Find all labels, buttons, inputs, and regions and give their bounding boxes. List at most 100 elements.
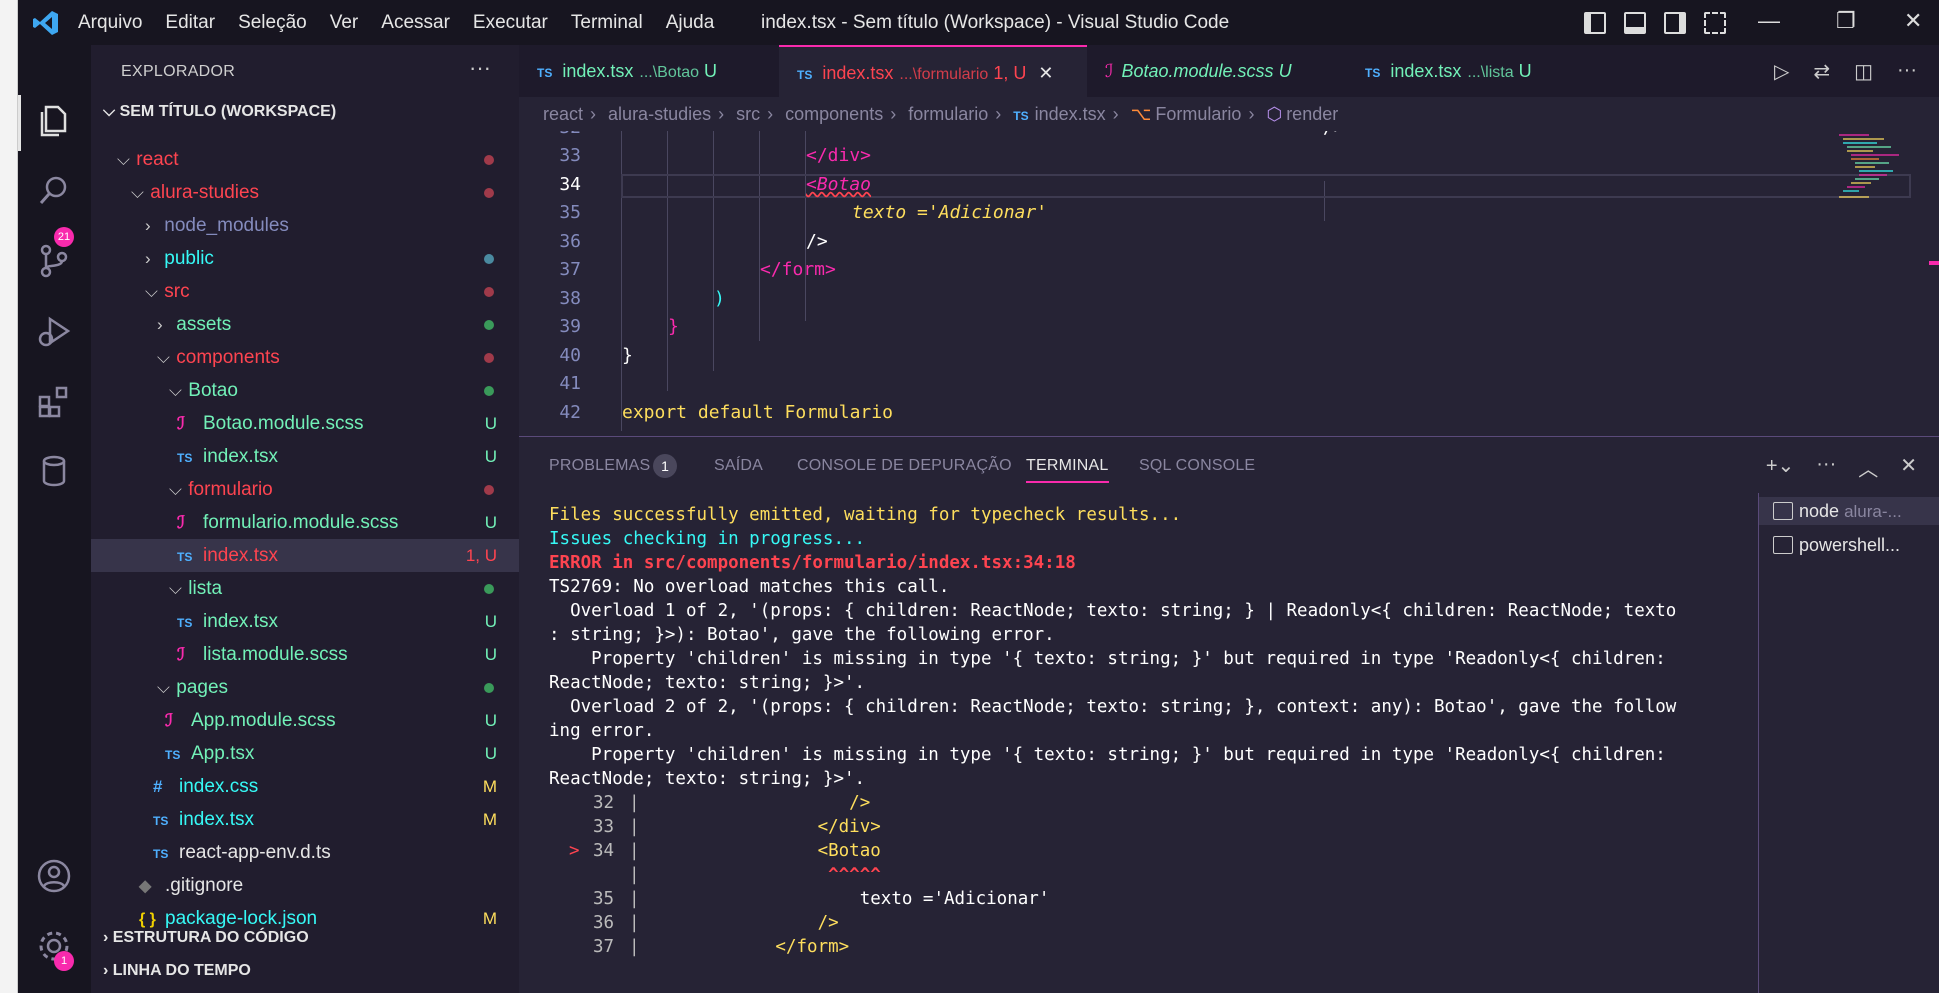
menu-ajuda[interactable]: Ajuda: [666, 12, 715, 34]
line-number: 39: [559, 316, 581, 337]
menu-acessar[interactable]: Acessar: [381, 12, 450, 34]
tree-folder-botao[interactable]: ⌵ Botao: [91, 374, 519, 407]
split-editor-icon[interactable]: ◫: [1854, 59, 1873, 84]
tab-desc: ...\lista: [1467, 64, 1514, 81]
menu-editar[interactable]: Editar: [165, 12, 215, 34]
tree-file-index-css[interactable]: # index.css M: [91, 770, 519, 803]
chevron-down-icon: ⌵: [145, 282, 158, 301]
git-status: U: [484, 645, 497, 664]
tree-file-botao-index[interactable]: TS index.tsx U: [91, 440, 519, 473]
timeline-section[interactable]: › LINHA DO TEMPO: [103, 962, 251, 980]
close-tab-icon[interactable]: ✕: [1038, 63, 1053, 83]
tree-folder-pages[interactable]: ⌵ pages: [91, 671, 519, 704]
tree-folder-alura-studies[interactable]: ⌵ alura-studies: [91, 176, 519, 209]
toggle-panel-icon[interactable]: [1624, 12, 1646, 34]
active-indicator: [18, 95, 21, 151]
tab-output[interactable]: SAÍDA: [714, 457, 763, 475]
close-window-icon[interactable]: ✕: [1904, 8, 1922, 34]
typescript-file-icon: TS: [537, 66, 553, 80]
tree-file-app-scss[interactable]: ℐ App.module.scss U: [91, 704, 519, 737]
tree-folder-node-modules[interactable]: › node_modules: [91, 209, 519, 242]
menu-terminal[interactable]: Terminal: [571, 12, 643, 34]
breadcrumb-item[interactable]: react: [543, 104, 583, 124]
minimize-icon[interactable]: —: [1758, 8, 1780, 34]
code-line: />: [806, 231, 828, 252]
customize-layout-icon[interactable]: [1704, 12, 1726, 34]
frame-code: texto ='Adicionar': [649, 889, 1050, 909]
terminal-name: powershell...: [1799, 535, 1901, 555]
new-terminal-icon[interactable]: +⌄: [1766, 453, 1794, 482]
tree-file-lista-index[interactable]: TS index.tsx U: [91, 605, 519, 638]
run-debug-icon[interactable]: [36, 313, 72, 349]
breadcrumb-item[interactable]: Formulario: [1155, 104, 1241, 124]
typescript-file-icon: TS: [153, 814, 169, 828]
tree-folder-src[interactable]: ⌵ src: [91, 275, 519, 308]
tree-folder-lista[interactable]: ⌵ lista: [91, 572, 519, 605]
tab-botao-scss[interactable]: ℐ Botao.module.scss U: [1087, 45, 1347, 97]
account-icon[interactable]: [36, 858, 72, 894]
close-panel-icon[interactable]: ✕: [1900, 453, 1917, 482]
tab-terminal[interactable]: TERMINAL: [1026, 457, 1109, 483]
frame-separator: |: [629, 841, 640, 861]
compare-changes-icon[interactable]: ⇄: [1813, 59, 1830, 84]
tree-label: index.tsx: [203, 545, 278, 566]
tree-file-react-app-env[interactable]: TS react-app-env.d.ts: [91, 836, 519, 869]
terminal-output[interactable]: Files successfully emitted, waiting for …: [549, 505, 1919, 975]
tree-file-formulario-scss[interactable]: ℐformulario.module.scss U: [91, 506, 519, 539]
run-icon[interactable]: ▷: [1774, 59, 1789, 84]
tree-file-lista-scss[interactable]: ℐlista.module.scss U: [91, 638, 519, 671]
tab-formulario-index[interactable]: TS index.tsx ...\formulario 1, U ✕: [779, 45, 1087, 97]
tab-problems[interactable]: PROBLEMAS: [549, 457, 650, 475]
minimap[interactable]: [1829, 131, 1939, 436]
tab-debug-console[interactable]: CONSOLE DE DEPURAÇÃO: [797, 457, 1012, 475]
tree-file-botao-scss[interactable]: ℐ Botao.module.scss U: [91, 407, 519, 440]
more-actions-icon[interactable]: ···: [1816, 453, 1836, 482]
tab-botao-index[interactable]: TS index.tsx ...\Botao U: [519, 45, 779, 97]
terminal-item-powershell[interactable]: powershell...: [1773, 531, 1900, 559]
status-dot: [484, 320, 494, 330]
tree-folder-assets[interactable]: › assets: [91, 308, 519, 341]
menu-arquivo[interactable]: Arquivo: [78, 12, 142, 34]
tree-folder-public[interactable]: › public: [91, 242, 519, 275]
explorer-icon[interactable]: [36, 103, 72, 139]
extensions-icon[interactable]: [36, 383, 72, 419]
tree-folder-react[interactable]: ⌵ react: [91, 143, 519, 176]
tree-folder-formulario[interactable]: ⌵ formulario: [91, 473, 519, 506]
breadcrumb-item[interactable]: index.tsx: [1035, 104, 1106, 124]
restore-icon[interactable]: ❐: [1836, 8, 1856, 34]
terminal-line: ing error.: [549, 721, 655, 741]
search-icon[interactable]: [36, 173, 72, 209]
toggle-secondary-sidebar-icon[interactable]: [1664, 12, 1686, 34]
tree-file-gitignore[interactable]: ◆ .gitignore: [91, 869, 519, 902]
database-icon[interactable]: [36, 453, 72, 489]
tree-folder-components[interactable]: ⌵ components: [91, 341, 519, 374]
terminal-item-node[interactable]: node alura-...: [1759, 497, 1939, 525]
code-line: }: [622, 345, 633, 366]
menu-ver[interactable]: Ver: [330, 12, 359, 34]
tree-file-index-tsx[interactable]: TS index.tsx M: [91, 803, 519, 836]
more-actions-icon[interactable]: ···: [469, 55, 491, 81]
tab-status: U: [1278, 61, 1292, 81]
breadcrumb-item[interactable]: formulario: [908, 104, 988, 124]
workspace-header[interactable]: ⌵ SEM TÍTULO (WORKSPACE): [103, 103, 336, 121]
maximize-panel-icon[interactable]: ︿: [1858, 453, 1878, 482]
breadcrumb-item[interactable]: src: [736, 104, 760, 124]
breadcrumb-item[interactable]: render: [1286, 104, 1338, 124]
code-editor[interactable]: 32 /> 33 </div> 34 <Botao 35 texto ='Adi…: [519, 131, 1939, 436]
menu-executar[interactable]: Executar: [473, 12, 548, 34]
code-line: </form>: [760, 259, 836, 280]
breadcrumb-item[interactable]: alura-studies: [608, 104, 711, 124]
tree-file-app-tsx[interactable]: TS App.tsx U: [91, 737, 519, 770]
scss-file-icon: ℐ: [177, 645, 185, 664]
menu-selecao[interactable]: Seleção: [238, 12, 307, 34]
tree-file-formulario-index[interactable]: TS index.tsx 1, U: [91, 539, 519, 572]
tab-sql-console[interactable]: SQL CONSOLE: [1139, 457, 1255, 475]
git-status: U: [484, 711, 497, 730]
outline-section[interactable]: › ESTRUTURA DO CÓDIGO: [103, 929, 309, 947]
vscode-logo-icon: [33, 10, 58, 35]
source-control-icon[interactable]: [36, 243, 72, 279]
tab-lista-index[interactable]: TS index.tsx ...\lista U: [1347, 45, 1579, 97]
breadcrumb-item[interactable]: components: [785, 104, 883, 124]
more-actions-icon[interactable]: ···: [1897, 59, 1917, 84]
toggle-sidebar-icon[interactable]: [1584, 12, 1606, 34]
